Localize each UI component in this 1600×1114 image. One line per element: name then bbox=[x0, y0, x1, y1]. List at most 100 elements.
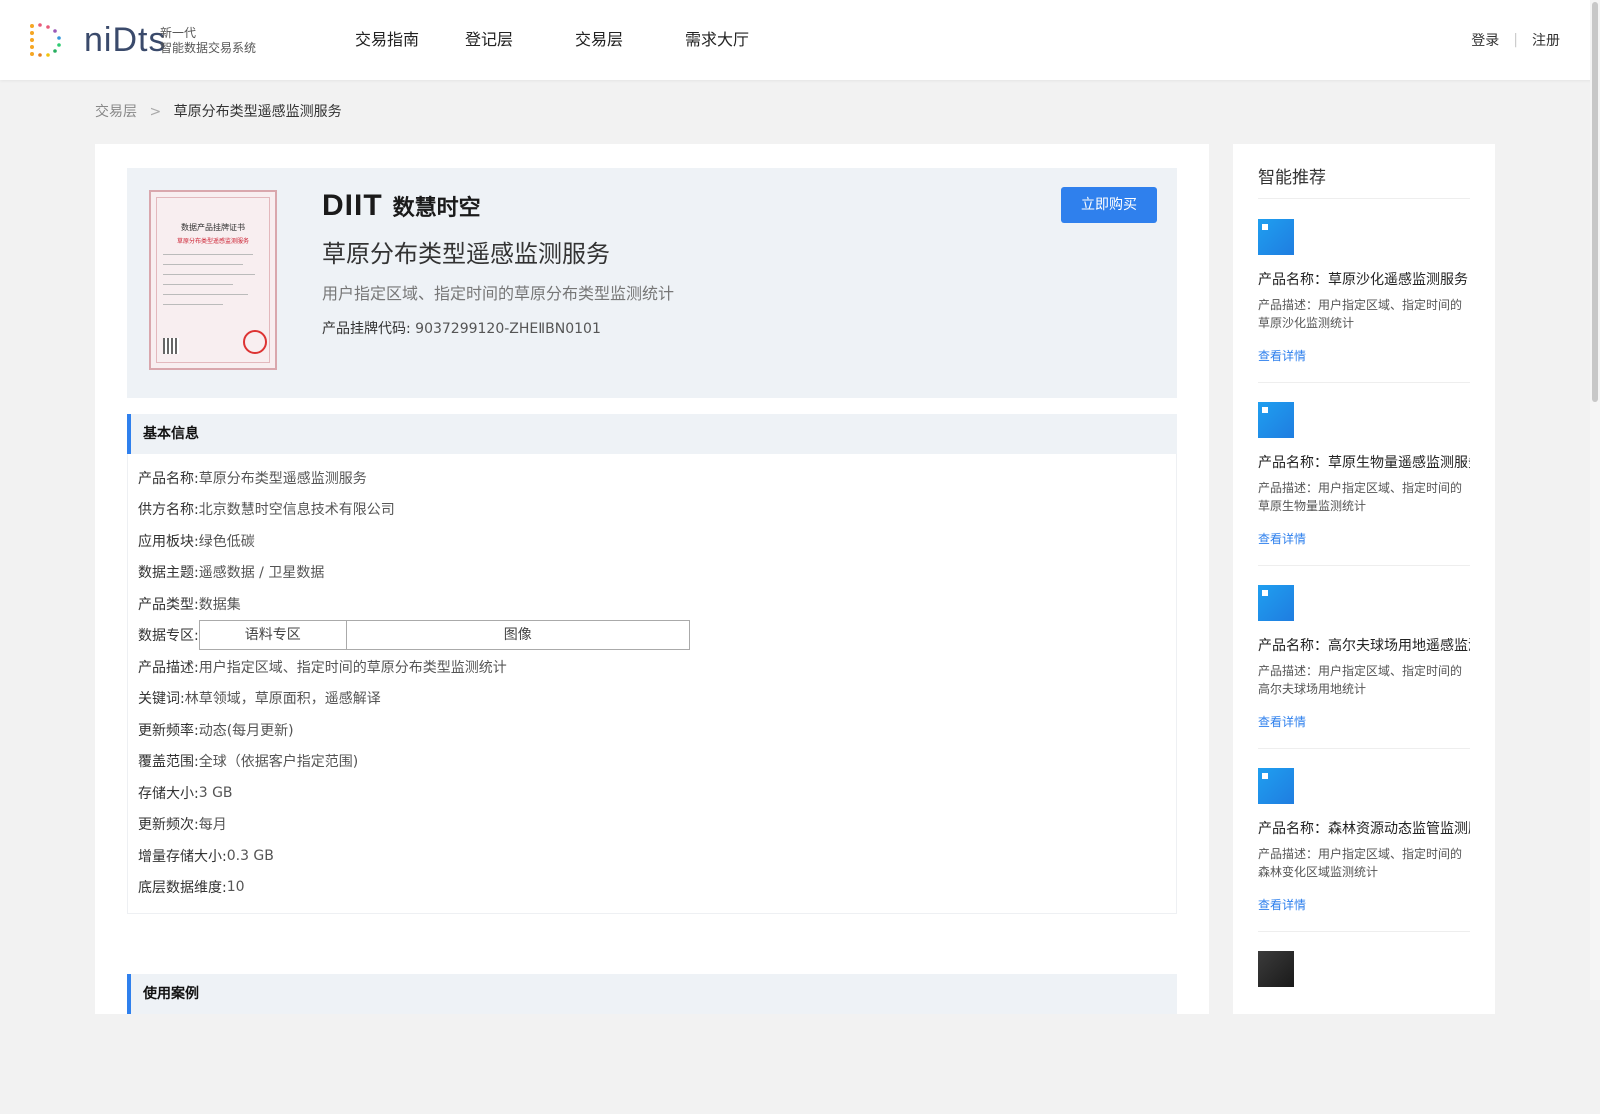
auth-divider: | bbox=[1513, 32, 1518, 48]
scrollbar-thumb[interactable] bbox=[1592, 2, 1598, 402]
recommendation-description: 产品描述：用户指定区域、指定时间的高尔夫球场用地统计 bbox=[1258, 664, 1463, 696]
info-value: 3 GB bbox=[198, 784, 233, 801]
logo-subtitle-line2: 智能数据交易系统 bbox=[160, 41, 257, 55]
info-row-incremental-size: 增量存储大小: 0.3 GB bbox=[138, 840, 1166, 872]
brand-logo-mark: DIIT bbox=[322, 189, 383, 222]
register-link[interactable]: 注册 bbox=[1532, 30, 1560, 50]
data-zone-cell: 语料专区 bbox=[200, 621, 347, 650]
recommendation-card[interactable]: 产品名称：草原沙化遥感监测服务 产品描述：用户指定区域、指定时间的草原沙化监测统… bbox=[1258, 199, 1470, 383]
info-row-product-type: 产品类型: 数据集 bbox=[138, 588, 1166, 620]
info-row-product-name: 产品名称: 草原分布类型遥感监测服务 bbox=[138, 462, 1166, 494]
recommendation-sidebar: 智能推荐 产品名称：草原沙化遥感监测服务 产品描述：用户指定区域、指定时间的草原… bbox=[1233, 144, 1495, 1014]
recommendation-name[interactable]: 产品名称：草原生物量遥感监测服务 bbox=[1258, 452, 1470, 472]
breadcrumb-parent[interactable]: 交易层 bbox=[95, 104, 137, 120]
use-case-heading: 使用案例 bbox=[127, 974, 1177, 1014]
recommendation-name[interactable]: 产品名称：高尔夫球场用地遥感监测服务 bbox=[1258, 635, 1470, 655]
info-key: 产品类型: bbox=[138, 596, 199, 613]
info-row-data-theme: 数据主题: 遥感数据 / 卫星数据 bbox=[138, 557, 1166, 589]
product-thumbnail-image[interactable] bbox=[1258, 768, 1294, 804]
certificate-text-line bbox=[163, 294, 248, 295]
info-key: 产品名称: bbox=[138, 470, 199, 487]
logo-wordmark: niDts bbox=[84, 21, 167, 59]
view-details-link[interactable]: 查看详情 bbox=[1258, 347, 1306, 364]
product-title: 草原分布类型遥感监测服务 bbox=[322, 240, 610, 268]
recommendation-card[interactable] bbox=[1258, 931, 1470, 1114]
top-header: niDts 新一代 智能数据交易系统 交易指南 登记层 交易层 需求大厅 登录 … bbox=[0, 0, 1600, 80]
nav-item-trading-layer[interactable]: 交易层 bbox=[575, 0, 685, 80]
data-zone-cell: 图像 bbox=[503, 627, 532, 644]
info-value: 遥感数据 / 卫星数据 bbox=[198, 565, 325, 582]
recommendation-title: 智能推荐 bbox=[1258, 158, 1470, 199]
listing-code-label: 产品挂牌代码: bbox=[322, 321, 411, 337]
recommendation-card[interactable]: 产品名称：高尔夫球场用地遥感监测服务 产品描述：用户指定区域、指定时间的高尔夫球… bbox=[1258, 565, 1470, 749]
info-value: 林草领域，草原面积，遥感解译 bbox=[184, 691, 381, 708]
product-detail-panel: 数据产品挂牌证书 草原分布类型遥感监测服务 DIIT 数慧时空 草原分布类型遥感… bbox=[95, 144, 1209, 1014]
info-row-update-frequency: 更新频率: 动态(每月更新) bbox=[138, 714, 1166, 746]
info-value: 数据集 bbox=[198, 596, 241, 613]
chevron-right-icon: > bbox=[149, 104, 162, 120]
info-row-dimensions: 底层数据维度: 10 bbox=[138, 872, 1166, 904]
info-value: 全球（依据客户指定范围) bbox=[198, 754, 359, 771]
use-case-section: 使用案例 bbox=[127, 974, 1177, 1014]
info-value: 北京数慧时空信息技术有限公司 bbox=[198, 502, 395, 519]
certificate-subtitle: 草原分布类型遥感监测服务 bbox=[176, 238, 249, 245]
certificate-text-line bbox=[163, 264, 243, 265]
info-row-data-zone: 数据专区: 语料专区 图像 bbox=[138, 620, 1166, 652]
seal-stamp-icon bbox=[243, 330, 267, 354]
brand-name: 数慧时空 bbox=[392, 196, 481, 221]
product-thumbnail-image[interactable] bbox=[1258, 951, 1294, 987]
info-key: 应用板块: bbox=[138, 533, 199, 550]
info-value: 0.3 GB bbox=[226, 847, 274, 864]
info-row-storage-size: 存储大小: 3 GB bbox=[138, 777, 1166, 809]
info-key: 数据主题: bbox=[138, 565, 199, 582]
info-row-supplier: 供方名称: 北京数慧时空信息技术有限公司 bbox=[138, 494, 1166, 526]
recommendation-description: 产品描述：用户指定区域、指定时间的草原生物量监测统计 bbox=[1258, 481, 1463, 513]
main-nav: 交易指南 登记层 交易层 需求大厅 bbox=[355, 0, 795, 80]
info-key: 供方名称: bbox=[138, 502, 199, 519]
recommendation-name[interactable]: 产品名称：草原沙化遥感监测服务 bbox=[1258, 269, 1470, 289]
listing-code-value: 9037299120-ZHEⅡBN0101 bbox=[415, 321, 601, 337]
listing-certificate-image[interactable]: 数据产品挂牌证书 草原分布类型遥感监测服务 bbox=[149, 190, 277, 370]
info-key: 更新频次: bbox=[138, 817, 199, 834]
recommendation-description: 产品描述：用户指定区域、指定时间的草原沙化监测统计 bbox=[1258, 298, 1463, 330]
info-key: 底层数据维度: bbox=[138, 880, 227, 897]
recommendation-card[interactable]: 产品名称：草原生物量遥感监测服务 产品描述：用户指定区域、指定时间的草原生物量监… bbox=[1258, 382, 1470, 566]
logo-subtitle-line1: 新一代 bbox=[160, 26, 197, 40]
view-details-link[interactable]: 查看详情 bbox=[1258, 896, 1306, 913]
info-row-coverage: 覆盖范围: 全球（依据客户指定范围) bbox=[138, 746, 1166, 778]
info-key: 更新频率: bbox=[138, 722, 199, 739]
data-zone-table: 语料专区 图像 bbox=[198, 620, 690, 651]
product-hero: 数据产品挂牌证书 草原分布类型遥感监测服务 DIIT 数慧时空 草原分布类型遥感… bbox=[127, 168, 1177, 398]
nav-item-registration-layer[interactable]: 登记层 bbox=[465, 0, 575, 80]
buy-now-button[interactable]: 立即购买 bbox=[1061, 187, 1157, 223]
recommendation-description: 产品描述：用户指定区域、指定时间的森林变化区域监测统计 bbox=[1258, 847, 1463, 879]
info-key: 覆盖范围: bbox=[138, 754, 199, 771]
info-value: 10 bbox=[226, 879, 245, 896]
nav-item-demand-hall[interactable]: 需求大厅 bbox=[685, 0, 795, 80]
nav-item-trade-guide[interactable]: 交易指南 bbox=[355, 0, 465, 80]
certificate-text-line bbox=[163, 274, 255, 275]
product-thumbnail-image[interactable] bbox=[1258, 585, 1294, 621]
product-thumbnail-image[interactable] bbox=[1258, 219, 1294, 255]
site-logo[interactable]: niDts 新一代 智能数据交易系统 bbox=[28, 18, 268, 62]
view-details-link[interactable]: 查看详情 bbox=[1258, 713, 1306, 730]
breadcrumb-current: 草原分布类型遥感监测服务 bbox=[173, 104, 342, 120]
view-details-link[interactable]: 查看详情 bbox=[1258, 530, 1306, 547]
info-key: 产品描述: bbox=[138, 659, 199, 676]
info-value: 绿色低碳 bbox=[198, 533, 255, 550]
info-value: 动态(每月更新) bbox=[198, 722, 294, 739]
info-key: 存储大小: bbox=[138, 785, 199, 802]
page-scrollbar[interactable] bbox=[1590, 0, 1600, 1000]
basic-info-section: 基本信息 产品名称: 草原分布类型遥感监测服务 供方名称: 北京数慧时空信息技术有限… bbox=[127, 414, 1177, 914]
recommendation-name[interactable]: 产品名称：森林资源动态监管监测服务 bbox=[1258, 818, 1470, 838]
product-subtitle: 用户指定区域、指定时间的草原分布类型监测统计 bbox=[322, 284, 675, 303]
basic-info-heading: 基本信息 bbox=[127, 414, 1177, 454]
qr-code-icon bbox=[163, 338, 179, 354]
info-row-keywords: 关键词: 林草领域，草原面积，遥感解译 bbox=[138, 683, 1166, 715]
info-value: 每月 bbox=[198, 817, 227, 834]
certificate-text-line bbox=[163, 284, 233, 285]
recommendation-card[interactable]: 产品名称：森林资源动态监管监测服务 产品描述：用户指定区域、指定时间的森林变化区… bbox=[1258, 748, 1470, 932]
login-link[interactable]: 登录 bbox=[1471, 30, 1499, 50]
certificate-text-line bbox=[163, 304, 223, 305]
product-thumbnail-image[interactable] bbox=[1258, 402, 1294, 438]
